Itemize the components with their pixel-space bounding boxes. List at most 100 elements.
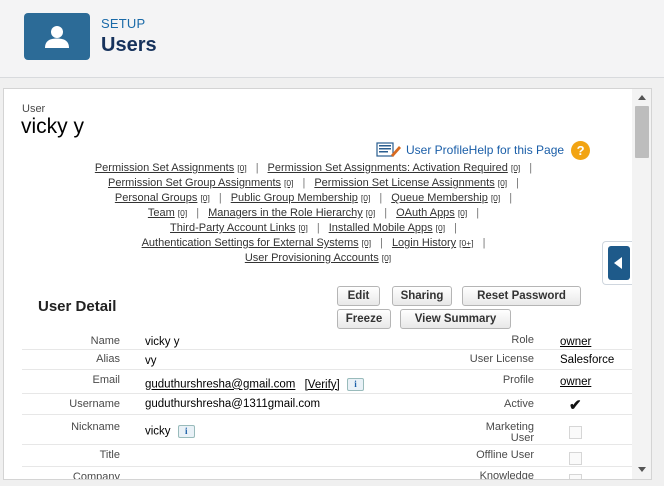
link-authentication-settings-external[interactable]: Authentication Settings for External Sys… — [142, 237, 359, 249]
detail-row-username: Username guduthurshresha@1311gmail.com A… — [22, 394, 632, 415]
link-permission-set-assignments-activation[interactable]: Permission Set Assignments: Activation R… — [268, 162, 508, 174]
email-value-link[interactable]: guduthurshresha@gmail.com — [145, 379, 295, 391]
role-value-link[interactable]: owner — [560, 336, 591, 348]
link-queue-membership[interactable]: Queue Membership — [391, 192, 488, 204]
count-user-provisioning-accounts: [0] — [381, 253, 392, 263]
panel-content: User vicky y User ProfileHelp for this P… — [4, 89, 632, 480]
separator: | — [218, 192, 222, 204]
related-links-row-5: Third-Party Account Links [0] | Installed M… — [4, 222, 632, 234]
link-permission-set-assignments[interactable]: Permission Set Assignments — [95, 162, 234, 174]
separator: | — [529, 162, 533, 174]
help-for-page-link[interactable]: User ProfileHelp for this Page — [406, 143, 564, 157]
help-document-icon — [376, 142, 402, 158]
link-permission-set-license-assignments[interactable]: Permission Set License Assignments — [314, 177, 494, 189]
separator: | — [384, 207, 388, 219]
count-installed-mobile-apps: [0] — [435, 223, 446, 233]
setup-header: SETUP Users — [0, 0, 664, 78]
link-login-history[interactable]: Login History — [392, 237, 456, 249]
separator: | — [379, 192, 383, 204]
user-type-label: User — [22, 103, 46, 115]
help-question-icon[interactable]: ? — [571, 140, 591, 160]
username-value: guduthurshresha@1311gmail.com — [145, 398, 321, 410]
scroll-up-arrow-icon[interactable] — [638, 95, 646, 100]
offline-user-checkbox — [569, 452, 582, 465]
active-checkmark-icon: ✔ — [569, 397, 582, 414]
email-label: Email — [92, 374, 120, 386]
detail-row-email: Email guduthurshresha@gmail.com [Verify]… — [22, 370, 632, 394]
role-label: Role — [511, 334, 534, 346]
email-value-group: guduthurshresha@gmail.com [Verify] i — [145, 378, 364, 391]
count-personal-groups: [0] — [200, 193, 210, 203]
user-license-label: User License — [469, 353, 534, 365]
count-permission-set-license-assignments: [0] — [497, 178, 508, 188]
link-managers-role-hierarchy[interactable]: Managers in the Role Hierarchy — [208, 207, 363, 219]
user-profile-panel: User vicky y User ProfileHelp for this P… — [3, 88, 652, 480]
separator: | — [316, 222, 320, 234]
marketing-user-label: Marketing User — [486, 422, 534, 444]
user-license-value: Salesforce — [560, 354, 615, 366]
count-team: [0] — [177, 208, 188, 218]
name-label: Name — [90, 335, 120, 347]
count-managers-role-hierarchy: [0] — [365, 208, 376, 218]
detail-row-name: Name vicky y Role owner — [22, 331, 632, 350]
link-oauth-apps[interactable]: OAuth Apps — [396, 207, 455, 219]
separator: | — [255, 162, 259, 174]
company-label: Company — [72, 471, 120, 480]
offline-user-label: Offline User — [476, 449, 534, 461]
active-label: Active — [504, 398, 534, 410]
info-icon[interactable]: i — [346, 378, 364, 391]
user-name-heading: vicky y — [21, 115, 84, 138]
username-label: Username — [69, 398, 120, 410]
link-user-provisioning-accounts[interactable]: User Provisioning Accounts — [245, 252, 379, 264]
profile-value-link[interactable]: owner — [560, 376, 591, 388]
knowledge-label: Knowledge — [479, 470, 534, 480]
separator: | — [454, 222, 457, 234]
separator: | — [302, 177, 306, 189]
count-permission-set-assignments: [0] — [237, 163, 247, 173]
reset-password-button[interactable]: Reset Password — [462, 286, 581, 306]
page-title: Users — [101, 34, 157, 56]
collapse-side-panel-tab[interactable] — [602, 241, 632, 285]
related-links-row-1: Permission Set Assignments [0] | Permission… — [4, 162, 632, 174]
count-permission-set-assignments-activation: [0] — [510, 163, 521, 173]
marketing-user-checkbox — [569, 426, 582, 439]
link-installed-mobile-apps[interactable]: Installed Mobile Apps — [329, 222, 433, 234]
nickname-label: Nickname — [71, 421, 120, 433]
link-personal-groups[interactable]: Personal Groups — [115, 192, 198, 204]
verify-link[interactable]: [Verify] — [305, 379, 340, 391]
title-label: Title — [99, 449, 120, 461]
edit-button[interactable]: Edit — [337, 286, 380, 306]
count-public-group-membership: [0] — [360, 193, 371, 203]
separator: | — [509, 192, 513, 204]
view-summary-button[interactable]: View Summary — [400, 309, 511, 329]
info-icon[interactable]: i — [177, 425, 195, 438]
freeze-button[interactable]: Freeze — [337, 309, 391, 329]
detail-row-nickname: Nickname vicky i Marketing User — [22, 415, 632, 445]
separator: | — [476, 207, 480, 219]
count-queue-membership: [0] — [490, 193, 501, 203]
scrollbar-thumb[interactable] — [635, 106, 649, 158]
related-links-row-3: Personal Groups [0] | Public Group Membersh… — [4, 192, 632, 204]
help-row: User ProfileHelp for this Page ? — [376, 140, 591, 160]
separator: | — [196, 207, 200, 219]
separator: | — [516, 177, 520, 189]
detail-row-title: Title Offline User — [22, 445, 632, 467]
link-third-party-account-links[interactable]: Third-Party Account Links — [170, 222, 295, 234]
count-login-history: [0+] — [459, 238, 474, 248]
link-public-group-membership[interactable]: Public Group Membership — [231, 192, 358, 204]
separator: | — [482, 237, 486, 249]
sharing-button[interactable]: Sharing — [392, 286, 452, 306]
count-oauth-apps: [0] — [457, 208, 468, 218]
side-tab-button — [608, 246, 630, 280]
related-links-row-4: Team [0] | Managers in the Role Hierarchy [0… — [4, 207, 632, 219]
scroll-down-arrow-icon[interactable] — [638, 467, 646, 472]
vertical-scrollbar[interactable] — [632, 89, 651, 479]
separator: | — [380, 237, 383, 249]
link-team[interactable]: Team — [148, 207, 175, 219]
count-third-party-account-links: [0] — [298, 223, 308, 233]
link-permission-set-group-assignments[interactable]: Permission Set Group Assignments — [108, 177, 281, 189]
count-permission-set-group-assignments: [0] — [284, 178, 294, 188]
name-value: vicky y — [145, 336, 180, 348]
alias-value: vy — [145, 355, 157, 367]
user-icon — [24, 13, 90, 60]
